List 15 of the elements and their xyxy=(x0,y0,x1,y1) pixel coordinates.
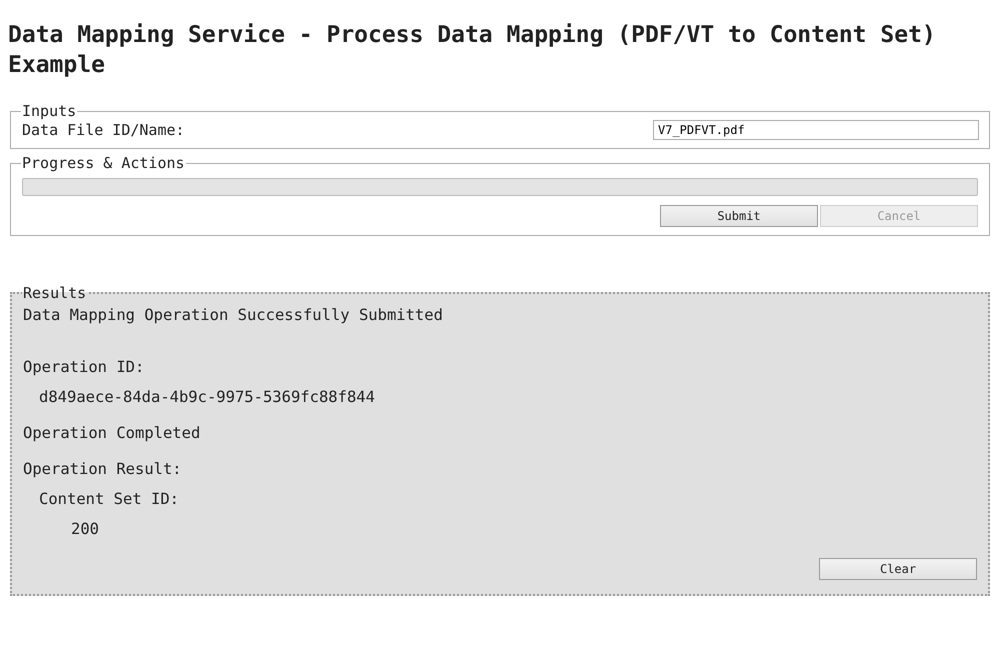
panel-legend: Inputs xyxy=(21,102,78,120)
panel-legend: Results xyxy=(22,284,88,302)
field-label: Data File ID/Name: xyxy=(22,121,185,139)
input-field[interactable]: V7_PDFVT.pdf xyxy=(653,120,979,140)
clear-button[interactable]: Clear xyxy=(819,558,977,580)
panel-legend: Progress & Actions xyxy=(21,154,186,172)
page-title: Data Mapping Service - Process Data Mapping (PDF/VT to Content Set) Example xyxy=(8,21,937,80)
result-text: Operation Completed xyxy=(23,423,202,444)
submit-button[interactable]: Submit xyxy=(660,205,818,227)
result-text: 200 xyxy=(71,519,100,540)
result-text: d849aece-84da-4b9c-9975-5369fc88f844 xyxy=(39,387,376,408)
result-text: Content Set ID: xyxy=(39,489,180,510)
result-text: Data Mapping Operation Successfully Submitted xyxy=(23,305,444,326)
result-text: Operation ID: xyxy=(23,357,146,378)
result-text: Operation Result: xyxy=(23,459,183,480)
